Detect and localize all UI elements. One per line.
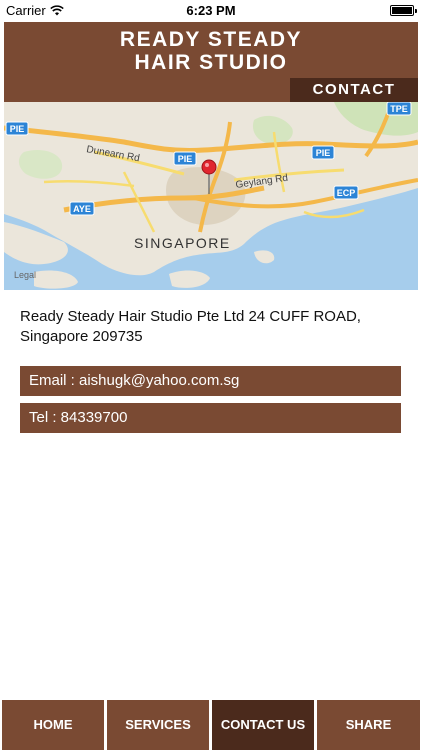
ecp-shield: ECP	[333, 185, 359, 200]
pie-label-2: PIE	[178, 154, 193, 164]
nav-home-button[interactable]: HOME	[2, 700, 104, 750]
pie-shield-2: PIE	[173, 151, 197, 166]
nav-services-button[interactable]: SERVICES	[107, 700, 209, 750]
email-bar[interactable]: Email : aishugk@yahoo.com.sg	[20, 366, 401, 396]
tpe-label: TPE	[390, 104, 408, 114]
tpe-shield: TPE	[386, 102, 412, 116]
aye-shield: AYE	[69, 201, 95, 216]
pie-shield-3: PIE	[311, 145, 335, 160]
tel-bar[interactable]: Tel : 84339700	[20, 403, 401, 433]
brand-title: READY STEADY HAIR STUDIO	[4, 28, 418, 74]
page-title: CONTACT	[290, 78, 418, 102]
location-map[interactable]: PIE PIE PIE TPE AYE ECP Dunearn Rd Geyla…	[4, 102, 418, 290]
bottom-nav: HOME SERVICES CONTACT US SHARE	[0, 700, 422, 750]
battery-icon	[390, 5, 417, 16]
brand-line-1: READY STEADY	[119, 28, 303, 51]
pie-label-1: PIE	[10, 124, 25, 134]
pie-label-3: PIE	[316, 148, 331, 158]
pie-shield-1: PIE	[5, 121, 29, 136]
nav-share-button[interactable]: SHARE	[317, 700, 420, 750]
address-text: Ready Steady Hair Studio Pte Ltd 24 CUFF…	[20, 308, 361, 345]
map-canvas[interactable]: PIE PIE PIE TPE AYE ECP Dunearn Rd Geyla…	[4, 102, 418, 290]
map-legal-link: Legal	[14, 270, 36, 280]
app-header: READY STEADY HAIR STUDIO CONTACT	[4, 22, 418, 102]
city-label: SINGAPORE	[134, 235, 231, 251]
status-bar: Carrier 6:23 PM	[0, 0, 422, 22]
aye-label: AYE	[73, 204, 91, 214]
brand-line-2: HAIR STUDIO	[134, 51, 288, 74]
status-time: 6:23 PM	[186, 3, 236, 18]
nav-contact-button[interactable]: CONTACT US	[212, 700, 314, 750]
ecp-label: ECP	[337, 188, 356, 198]
